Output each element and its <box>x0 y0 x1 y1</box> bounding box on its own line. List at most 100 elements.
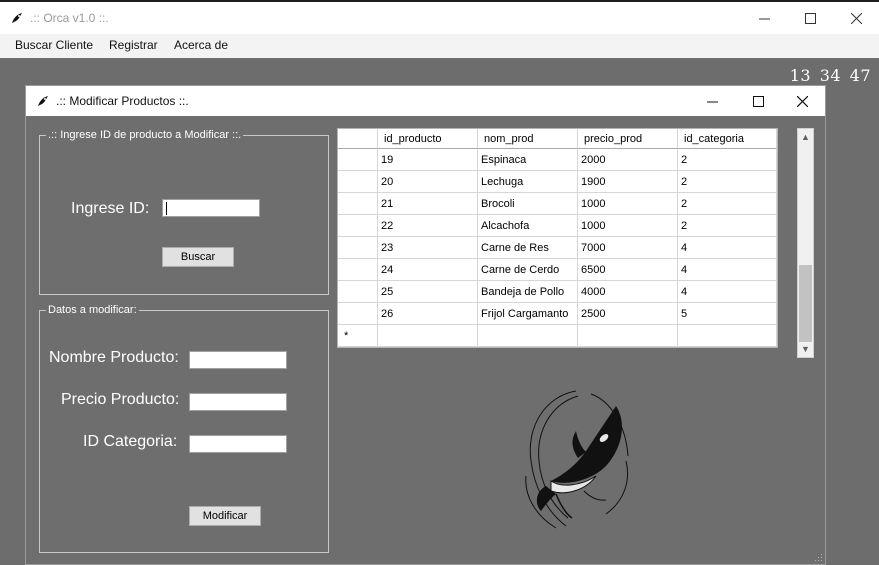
modificar-productos-window: .:: Modificar Productos ::. .:: Ingrese … <box>25 85 826 565</box>
clock: 13 34 47 <box>789 66 871 85</box>
outer-window-title: .:: Orca v1.0 ::. <box>30 11 109 25</box>
new-row-cell[interactable] <box>378 325 478 347</box>
modify-groupbox: Datos a modificar: Nombre Producto: Prec… <box>39 304 329 553</box>
cell-nom-prod[interactable]: Lechuga <box>478 171 578 193</box>
scrollbar-thumb[interactable] <box>799 265 812 342</box>
cell-id-categoria[interactable]: 4 <box>678 281 777 303</box>
cell-nom-prod[interactable]: Brocoli <box>478 193 578 215</box>
menu-registrar[interactable]: Registrar <box>109 38 158 52</box>
table-row[interactable]: 23 Carne de Res 7000 4 <box>338 237 777 259</box>
outer-close-button[interactable] <box>833 2 879 34</box>
buscar-button[interactable]: Buscar <box>162 247 234 267</box>
column-header-nom-prod[interactable]: nom_prod <box>478 129 578 149</box>
new-row-cell[interactable] <box>478 325 578 347</box>
new-row[interactable]: * <box>338 325 777 347</box>
nombre-producto-label: Nombre Producto: <box>49 349 179 366</box>
precio-producto-label: Precio Producto: <box>61 391 180 408</box>
cell-id-categoria[interactable]: 4 <box>678 259 777 281</box>
row-header-corner <box>338 129 378 149</box>
dialog-title: .:: Modificar Productos ::. <box>56 94 189 108</box>
cell-id-producto[interactable]: 20 <box>378 171 478 193</box>
row-header[interactable] <box>338 237 378 259</box>
cell-nom-prod[interactable]: Espinaca <box>478 149 578 171</box>
cell-nom-prod[interactable]: Carne de Res <box>478 237 578 259</box>
products-datagrid[interactable]: id_producto nom_prod precio_prod id_cate… <box>337 128 778 348</box>
grid-header-row: id_producto nom_prod precio_prod id_cate… <box>338 129 777 151</box>
dialog-minimize-button[interactable] <box>689 86 735 116</box>
cell-id-producto[interactable]: 25 <box>378 281 478 303</box>
orca-icon <box>38 96 48 106</box>
table-row[interactable]: 22 Alcachofa 1000 2 <box>338 215 777 237</box>
new-row-cell[interactable] <box>578 325 678 347</box>
id-categoria-input[interactable] <box>189 435 287 453</box>
menu-acerca-de[interactable]: Acerca de <box>174 38 228 52</box>
column-header-id-categoria[interactable]: id_categoria <box>678 129 777 149</box>
cell-nom-prod[interactable]: Alcachofa <box>478 215 578 237</box>
grid-vertical-scrollbar[interactable]: ▲ ▼ <box>797 128 814 358</box>
id-label: Ingrese ID: <box>71 200 150 217</box>
row-header[interactable] <box>338 259 378 281</box>
close-icon <box>850 12 862 24</box>
new-row-cell[interactable] <box>678 325 777 347</box>
maximize-icon <box>804 12 816 24</box>
column-header-id-producto[interactable]: id_producto <box>378 129 478 149</box>
id-input[interactable] <box>162 199 260 217</box>
cell-precio-prod[interactable]: 4000 <box>578 281 678 303</box>
cell-id-categoria[interactable]: 2 <box>678 193 777 215</box>
cell-nom-prod[interactable]: Frijol Cargamanto <box>478 303 578 325</box>
outer-minimize-button[interactable] <box>741 2 787 34</box>
text-caret <box>166 202 167 215</box>
cell-precio-prod[interactable]: 1000 <box>578 215 678 237</box>
row-header[interactable] <box>338 215 378 237</box>
dialog-maximize-button[interactable] <box>735 86 781 116</box>
cell-precio-prod[interactable]: 6500 <box>578 259 678 281</box>
row-header[interactable] <box>338 303 378 325</box>
cell-id-producto[interactable]: 26 <box>378 303 478 325</box>
row-header[interactable] <box>338 171 378 193</box>
cell-id-categoria[interactable]: 2 <box>678 215 777 237</box>
column-header-precio-prod[interactable]: precio_prod <box>578 129 678 149</box>
cell-id-categoria[interactable]: 4 <box>678 237 777 259</box>
row-header[interactable] <box>338 149 378 171</box>
cell-id-producto[interactable]: 23 <box>378 237 478 259</box>
orca-icon <box>12 13 22 23</box>
id-categoria-label: ID Categoria: <box>83 433 178 450</box>
cell-id-categoria[interactable]: 5 <box>678 303 777 325</box>
cell-id-categoria[interactable]: 2 <box>678 171 777 193</box>
dialog-close-button[interactable] <box>779 86 825 116</box>
chevron-up-icon[interactable]: ▲ <box>798 129 813 145</box>
minimize-icon <box>706 101 718 102</box>
row-header[interactable] <box>338 193 378 215</box>
orca-logo <box>525 390 629 529</box>
cell-nom-prod[interactable]: Carne de Cerdo <box>478 259 578 281</box>
row-header[interactable] <box>338 281 378 303</box>
cell-precio-prod[interactable]: 7000 <box>578 237 678 259</box>
cell-id-producto[interactable]: 21 <box>378 193 478 215</box>
menu-buscar-cliente[interactable]: Buscar Cliente <box>15 38 93 52</box>
dialog-titlebar: .:: Modificar Productos ::. <box>26 86 825 116</box>
cell-id-categoria[interactable]: 2 <box>678 149 777 171</box>
cell-precio-prod[interactable]: 2000 <box>578 149 678 171</box>
chevron-down-icon[interactable]: ▼ <box>798 341 813 357</box>
modificar-button[interactable]: Modificar <box>189 506 261 526</box>
table-row[interactable]: 21 Brocoli 1000 2 <box>338 193 777 215</box>
resize-grip-icon[interactable] <box>815 554 823 562</box>
cell-id-producto[interactable]: 24 <box>378 259 478 281</box>
table-row[interactable]: 24 Carne de Cerdo 6500 4 <box>338 259 777 281</box>
cell-precio-prod[interactable]: 1900 <box>578 171 678 193</box>
nombre-producto-input[interactable] <box>189 351 287 369</box>
table-row[interactable]: 26 Frijol Cargamanto 2500 5 <box>338 303 777 325</box>
cell-id-producto[interactable]: 22 <box>378 215 478 237</box>
table-row[interactable]: 20 Lechuga 1900 2 <box>338 171 777 193</box>
cell-nom-prod[interactable]: Bandeja de Pollo <box>478 281 578 303</box>
cell-id-producto[interactable]: 19 <box>378 149 478 171</box>
minimize-icon <box>758 18 770 19</box>
precio-producto-input[interactable] <box>189 393 287 411</box>
outer-titlebar: .:: Orca v1.0 ::. <box>0 0 879 34</box>
outer-maximize-button[interactable] <box>787 2 833 34</box>
table-row[interactable]: 19 Espinaca 2000 2 <box>338 149 777 171</box>
close-icon <box>796 95 808 107</box>
cell-precio-prod[interactable]: 2500 <box>578 303 678 325</box>
cell-precio-prod[interactable]: 1000 <box>578 193 678 215</box>
table-row[interactable]: 25 Bandeja de Pollo 4000 4 <box>338 281 777 303</box>
